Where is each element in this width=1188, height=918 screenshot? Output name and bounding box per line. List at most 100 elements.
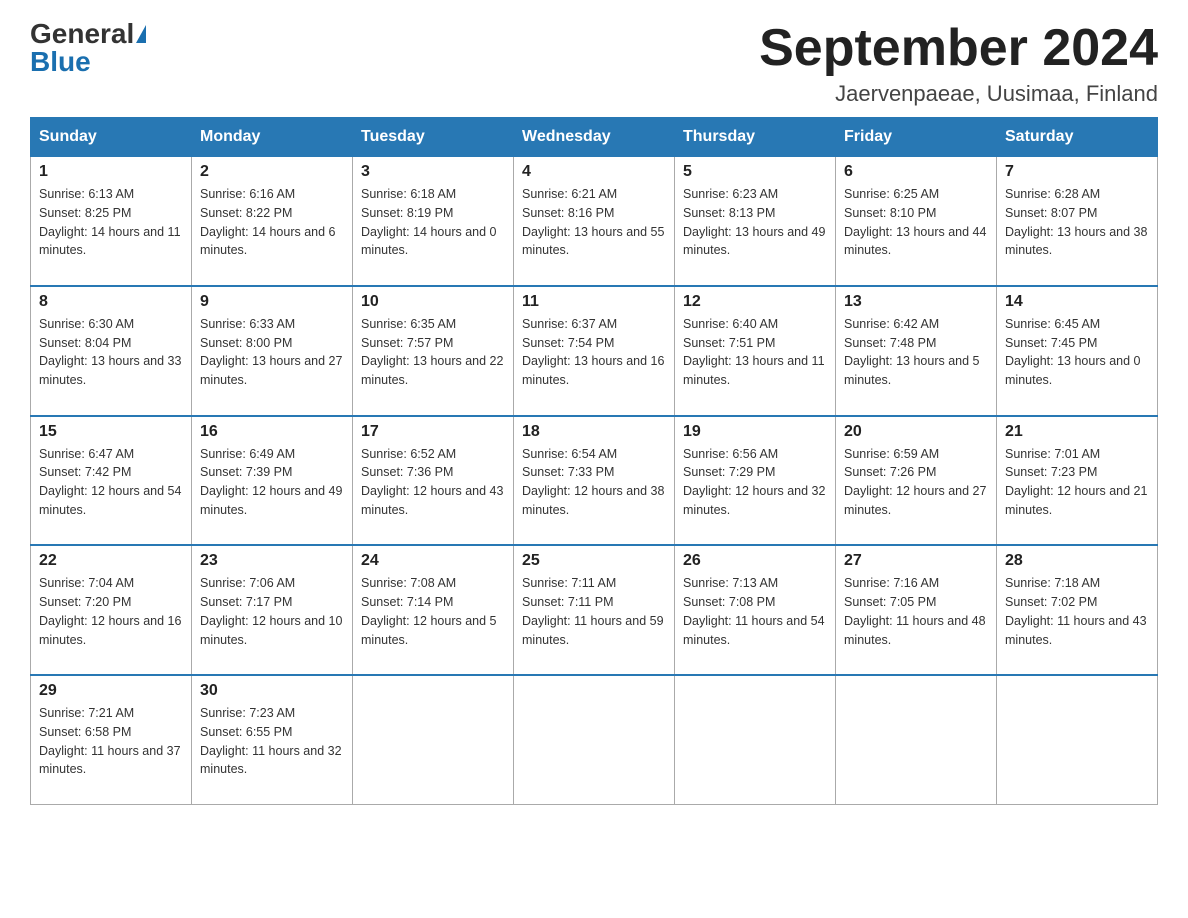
calendar-cell: 18 Sunrise: 6:54 AM Sunset: 7:33 PM Dayl… [514,416,675,546]
day-number: 28 [1005,552,1149,570]
day-number: 14 [1005,293,1149,311]
calendar-cell: 25 Sunrise: 7:11 AM Sunset: 7:11 PM Dayl… [514,545,675,675]
logo-blue-text: Blue [30,48,91,76]
calendar-cell: 27 Sunrise: 7:16 AM Sunset: 7:05 PM Dayl… [836,545,997,675]
calendar-cell: 14 Sunrise: 6:45 AM Sunset: 7:45 PM Dayl… [997,286,1158,416]
calendar-cell: 4 Sunrise: 6:21 AM Sunset: 8:16 PM Dayli… [514,157,675,286]
day-number: 8 [39,293,183,311]
calendar-cell: 9 Sunrise: 6:33 AM Sunset: 8:00 PM Dayli… [192,286,353,416]
day-info: Sunrise: 6:56 AM Sunset: 7:29 PM Dayligh… [683,445,827,539]
day-info: Sunrise: 6:47 AM Sunset: 7:42 PM Dayligh… [39,445,183,539]
calendar-cell: 3 Sunrise: 6:18 AM Sunset: 8:19 PM Dayli… [353,157,514,286]
location-text: Jaervenpaeae, Uusimaa, Finland [759,81,1158,107]
weekday-header-friday: Friday [836,118,997,157]
day-info: Sunrise: 6:25 AM Sunset: 8:10 PM Dayligh… [844,185,988,279]
calendar-cell: 11 Sunrise: 6:37 AM Sunset: 7:54 PM Dayl… [514,286,675,416]
calendar-cell: 2 Sunrise: 6:16 AM Sunset: 8:22 PM Dayli… [192,157,353,286]
day-number: 16 [200,423,344,441]
day-info: Sunrise: 6:30 AM Sunset: 8:04 PM Dayligh… [39,315,183,409]
day-info: Sunrise: 6:45 AM Sunset: 7:45 PM Dayligh… [1005,315,1149,409]
calendar-cell: 15 Sunrise: 6:47 AM Sunset: 7:42 PM Dayl… [31,416,192,546]
calendar-cell: 10 Sunrise: 6:35 AM Sunset: 7:57 PM Dayl… [353,286,514,416]
weekday-header-tuesday: Tuesday [353,118,514,157]
day-info: Sunrise: 6:54 AM Sunset: 7:33 PM Dayligh… [522,445,666,539]
title-area: September 2024 Jaervenpaeae, Uusimaa, Fi… [759,20,1158,107]
logo: General Blue [30,20,146,76]
day-info: Sunrise: 6:23 AM Sunset: 8:13 PM Dayligh… [683,185,827,279]
day-info: Sunrise: 6:16 AM Sunset: 8:22 PM Dayligh… [200,185,344,279]
day-number: 20 [844,423,988,441]
day-number: 23 [200,552,344,570]
day-number: 13 [844,293,988,311]
weekday-header-saturday: Saturday [997,118,1158,157]
logo-triangle-icon [136,25,146,43]
day-info: Sunrise: 7:11 AM Sunset: 7:11 PM Dayligh… [522,574,666,668]
calendar-cell [997,675,1158,804]
day-info: Sunrise: 7:23 AM Sunset: 6:55 PM Dayligh… [200,704,344,798]
day-info: Sunrise: 7:13 AM Sunset: 7:08 PM Dayligh… [683,574,827,668]
day-number: 12 [683,293,827,311]
week-row-2: 8 Sunrise: 6:30 AM Sunset: 8:04 PM Dayli… [31,286,1158,416]
calendar-cell [353,675,514,804]
day-info: Sunrise: 6:42 AM Sunset: 7:48 PM Dayligh… [844,315,988,409]
day-info: Sunrise: 6:21 AM Sunset: 8:16 PM Dayligh… [522,185,666,279]
week-row-1: 1 Sunrise: 6:13 AM Sunset: 8:25 PM Dayli… [31,157,1158,286]
day-info: Sunrise: 7:01 AM Sunset: 7:23 PM Dayligh… [1005,445,1149,539]
day-number: 15 [39,423,183,441]
day-number: 18 [522,423,666,441]
day-number: 25 [522,552,666,570]
weekday-header-row: SundayMondayTuesdayWednesdayThursdayFrid… [31,118,1158,157]
day-info: Sunrise: 6:59 AM Sunset: 7:26 PM Dayligh… [844,445,988,539]
day-number: 11 [522,293,666,311]
calendar-cell: 28 Sunrise: 7:18 AM Sunset: 7:02 PM Dayl… [997,545,1158,675]
day-info: Sunrise: 6:40 AM Sunset: 7:51 PM Dayligh… [683,315,827,409]
day-number: 3 [361,163,505,181]
calendar-cell: 6 Sunrise: 6:25 AM Sunset: 8:10 PM Dayli… [836,157,997,286]
calendar-cell: 26 Sunrise: 7:13 AM Sunset: 7:08 PM Dayl… [675,545,836,675]
calendar-cell: 8 Sunrise: 6:30 AM Sunset: 8:04 PM Dayli… [31,286,192,416]
logo-general-text: General [30,20,134,48]
day-number: 1 [39,163,183,181]
day-number: 27 [844,552,988,570]
day-info: Sunrise: 6:49 AM Sunset: 7:39 PM Dayligh… [200,445,344,539]
week-row-3: 15 Sunrise: 6:47 AM Sunset: 7:42 PM Dayl… [31,416,1158,546]
calendar-cell [836,675,997,804]
calendar-cell: 17 Sunrise: 6:52 AM Sunset: 7:36 PM Dayl… [353,416,514,546]
weekday-header-thursday: Thursday [675,118,836,157]
day-info: Sunrise: 6:33 AM Sunset: 8:00 PM Dayligh… [200,315,344,409]
day-info: Sunrise: 6:18 AM Sunset: 8:19 PM Dayligh… [361,185,505,279]
day-number: 24 [361,552,505,570]
day-number: 10 [361,293,505,311]
week-row-4: 22 Sunrise: 7:04 AM Sunset: 7:20 PM Dayl… [31,545,1158,675]
day-info: Sunrise: 7:18 AM Sunset: 7:02 PM Dayligh… [1005,574,1149,668]
day-number: 6 [844,163,988,181]
day-info: Sunrise: 7:04 AM Sunset: 7:20 PM Dayligh… [39,574,183,668]
calendar-cell: 1 Sunrise: 6:13 AM Sunset: 8:25 PM Dayli… [31,157,192,286]
calendar-table: SundayMondayTuesdayWednesdayThursdayFrid… [30,117,1158,805]
day-number: 30 [200,682,344,700]
calendar-cell: 24 Sunrise: 7:08 AM Sunset: 7:14 PM Dayl… [353,545,514,675]
day-number: 9 [200,293,344,311]
week-row-5: 29 Sunrise: 7:21 AM Sunset: 6:58 PM Dayl… [31,675,1158,804]
calendar-cell: 30 Sunrise: 7:23 AM Sunset: 6:55 PM Dayl… [192,675,353,804]
day-number: 5 [683,163,827,181]
day-info: Sunrise: 7:21 AM Sunset: 6:58 PM Dayligh… [39,704,183,798]
day-info: Sunrise: 7:16 AM Sunset: 7:05 PM Dayligh… [844,574,988,668]
day-number: 22 [39,552,183,570]
weekday-header-monday: Monday [192,118,353,157]
day-info: Sunrise: 7:06 AM Sunset: 7:17 PM Dayligh… [200,574,344,668]
day-number: 26 [683,552,827,570]
day-info: Sunrise: 6:13 AM Sunset: 8:25 PM Dayligh… [39,185,183,279]
day-info: Sunrise: 6:35 AM Sunset: 7:57 PM Dayligh… [361,315,505,409]
day-number: 19 [683,423,827,441]
page-header: General Blue September 2024 Jaervenpaeae… [30,20,1158,107]
calendar-cell: 12 Sunrise: 6:40 AM Sunset: 7:51 PM Dayl… [675,286,836,416]
calendar-cell: 23 Sunrise: 7:06 AM Sunset: 7:17 PM Dayl… [192,545,353,675]
calendar-cell [675,675,836,804]
day-info: Sunrise: 6:28 AM Sunset: 8:07 PM Dayligh… [1005,185,1149,279]
day-number: 7 [1005,163,1149,181]
calendar-cell: 22 Sunrise: 7:04 AM Sunset: 7:20 PM Dayl… [31,545,192,675]
calendar-cell [514,675,675,804]
calendar-cell: 13 Sunrise: 6:42 AM Sunset: 7:48 PM Dayl… [836,286,997,416]
calendar-cell: 20 Sunrise: 6:59 AM Sunset: 7:26 PM Dayl… [836,416,997,546]
